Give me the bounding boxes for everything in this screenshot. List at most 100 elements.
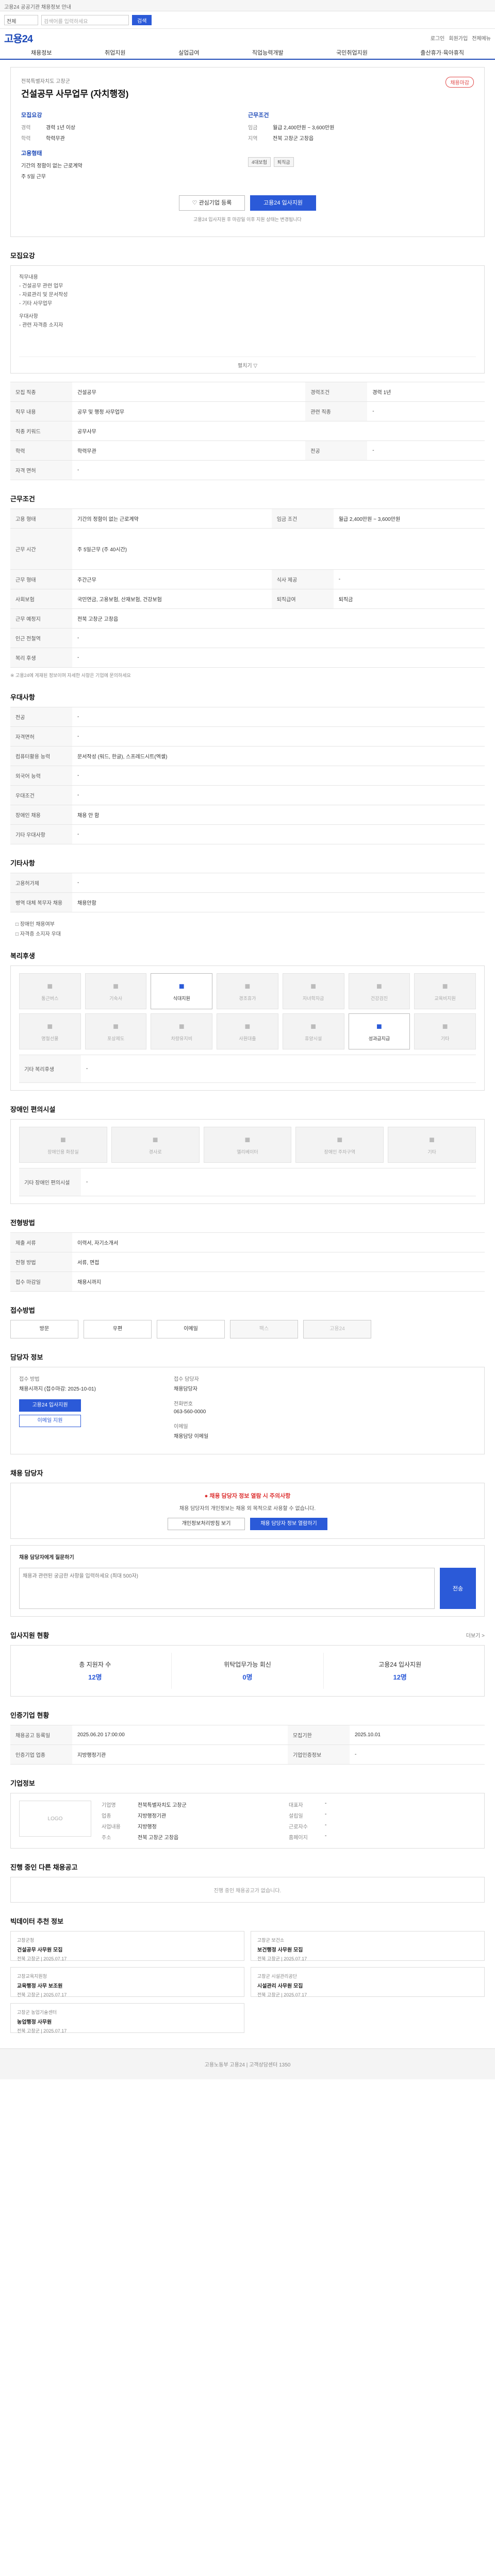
employment-title: 고용형태	[21, 150, 42, 157]
table-value: 서류, 면접	[72, 1252, 485, 1272]
company-key: 홈페이지	[289, 1835, 308, 1841]
section-title: 접수방법	[10, 1307, 35, 1314]
benefit-tile: ■ 기타	[414, 1013, 476, 1049]
benefit-tile: ■ 휴양시설	[282, 1013, 344, 1049]
condition-summary: 근무조건 임금 월급 2,400만원 ~ 3,600만원 지역 전북 고창군 고창읍…	[248, 111, 465, 183]
rec-meta: 전북 고창군 | 2025.07.17	[257, 1992, 307, 1997]
table-row: 모집 직종 건설공무 경력조건 경력 1년	[10, 382, 485, 402]
search-button[interactable]: 검색	[132, 14, 152, 25]
privacy-button[interactable]: 개인정보처리방침 보기	[168, 1518, 245, 1530]
table-key: 고용 형태	[10, 509, 72, 529]
recommend-card[interactable]: 고창군 보건소 보건행정 사무원 모집 전북 고창군 | 2025.07.17	[251, 1931, 485, 1961]
benefit-label: 식대지원	[173, 996, 190, 1001]
warning-text: 채용 담당자 정보 열람 시 주의사항	[209, 1493, 291, 1499]
table-value: 건설공무	[72, 382, 306, 402]
nav-item-training[interactable]: 직업능력개발	[252, 48, 284, 57]
section-preference: 우대사항 전공 - 자격면허 - 컴퓨터활용 능력 문서작성 (워드, 한글), 스프…	[10, 692, 485, 844]
recommend-card[interactable]: 고창군 시설관리공단시설관리 사무원 모집전북 고창군 | 2025.07.17	[251, 1967, 485, 1997]
benefit-label: 사원대출	[239, 1036, 256, 1041]
table-key: 퇴직급여	[271, 589, 334, 609]
company-key: 사업내용	[102, 1824, 121, 1830]
section-title: 장애인 편의시설	[10, 1106, 56, 1113]
util-menu: 로그인 회원가입 전체메뉴	[431, 34, 491, 42]
section-title: 근무조건	[10, 495, 35, 503]
nav-item-parental[interactable]: 출산휴가·육아휴직	[420, 48, 464, 57]
email-apply-button[interactable]: 이메일 지원	[19, 1415, 81, 1427]
stat-label: 고용24 입사지원	[378, 1661, 422, 1668]
benefit-tiles: ■ 통근버스 ■ 기숙사 ■ 식대지원 ■ 경조휴가 ■ 자녀학자금 ■ 건강검진 ■ 교육비지원 ■ 명절선…	[19, 973, 476, 1049]
table-value: -	[81, 1168, 476, 1196]
disability-etc-table: 기타 장애인 편의시설 -	[19, 1168, 476, 1196]
rec-title[interactable]: 농업행정 사무원	[17, 2018, 238, 2025]
contact-apply-button[interactable]: 고용24 입사지원	[19, 1399, 81, 1412]
table-value: -	[72, 460, 485, 480]
nav-item-national[interactable]: 국민취업지원	[336, 48, 368, 57]
top-notice-bar: 고용24 공공기관 채용정보 안내	[0, 0, 495, 11]
benefit-label: 휴양시설	[305, 1036, 322, 1041]
benefit-icon: ■	[310, 981, 317, 991]
util-login-link[interactable]: 로그인	[431, 34, 445, 42]
more-link[interactable]: 더보기 >	[466, 1631, 485, 1639]
apply-method-item[interactable]: 방문	[10, 1320, 78, 1338]
rec-title[interactable]: 시설관리 사무원 모집	[257, 1981, 478, 1989]
apply-method-item[interactable]: 이메일	[157, 1320, 225, 1338]
table-key: 전공	[305, 440, 368, 461]
company-name[interactable]: 전북특별자치도 고창군	[21, 77, 474, 84]
table-value: -	[72, 707, 485, 727]
table-key: 자격면허	[10, 726, 72, 747]
recommend-card[interactable]: 고창교육지원청 교육행정 사무 보조원 전북 고창군 | 2025.07.17	[10, 1967, 244, 1997]
section-work-conditions: 근무조건 고용 형태 기간의 정함이 없는 근로계약 임금 조건 월급 2,400만원…	[10, 494, 485, 679]
table-key: 기타 장애인 편의시설	[19, 1168, 81, 1196]
rec-title[interactable]: 교육행정 사무 보조원	[17, 1981, 238, 1989]
recommend-card[interactable]: 고창군청 건설공무 사무원 모집 전북 고창군 | 2025.07.17	[10, 1931, 244, 1961]
table-row: 접수 마감일 채용시까지	[10, 1272, 485, 1292]
desc-line: 직무내용	[19, 275, 38, 280]
rec-title[interactable]: 보건행정 사무원 모집	[257, 1945, 478, 1953]
table-row: 우대조건 -	[10, 785, 485, 805]
section-disability: 장애인 편의시설 ■ 장애인용 화장실 ■ 경사로 ■ 엘리베이터 ■ 장애인 주차구역 ■ 기타…	[10, 1104, 485, 1204]
apply-button[interactable]: 고용24 입사지원	[250, 195, 316, 211]
table-value: -	[72, 824, 485, 844]
disability-tile: ■ 엘리베이터	[203, 1127, 292, 1163]
section-other: 기타사항 고용허가제 - 병역 대체 복무자 채용 채용안함 □ 장애인 채용여부 …	[10, 858, 485, 937]
interest-button[interactable]: ♡ 관심기업 등록	[179, 195, 245, 211]
recommend-card[interactable]: 고창군 농업기술센터 농업행정 사무원 전북 고창군 | 2025.07.17	[10, 2003, 244, 2033]
table-value: 채용 안 함	[72, 805, 485, 825]
table-key: 근무 예정지	[10, 608, 72, 629]
section-info: 인증기업 현황 채용공고 등록일 2025.06.20 17:00:00 모집기한 2…	[10, 1710, 485, 1765]
qa-textarea[interactable]	[19, 1568, 435, 1609]
table-row: 기타 우대사항 -	[10, 824, 485, 844]
table-row: 전형 방법 서류, 면접	[10, 1252, 485, 1272]
work-hours-value: 주 5일근무 (주 40시간)	[72, 528, 485, 570]
util-allmenu-link[interactable]: 전체메뉴	[472, 34, 491, 42]
table-key: 근무 형태	[10, 569, 72, 589]
facility-icon: ■	[152, 1134, 158, 1145]
site-logo[interactable]: 고용24	[4, 30, 33, 45]
benefit-tile: ■ 교육비지원	[414, 973, 476, 1009]
rec-org: 고창군 시설관리공단	[257, 1974, 298, 1979]
benefit-tile: ■ 차량유지비	[151, 1013, 213, 1049]
other-bullets: □ 장애인 채용여부 □ 자격증 소지자 우대	[10, 920, 485, 937]
reveal-manager-button[interactable]: 채용 담당자 정보 열람하기	[250, 1518, 327, 1530]
table-row: 인증기업 업종 지방행정기관 기업인증정보 -	[10, 1744, 485, 1765]
qa-send-button[interactable]: 전송	[440, 1568, 476, 1609]
interest-label: 관심기업 등록	[199, 200, 232, 206]
apply-method-item[interactable]: 우편	[84, 1320, 152, 1338]
search-input[interactable]: 검색어를 입력하세요	[41, 14, 129, 25]
salary-value: 월급 2,400만원 ~ 3,600만원	[333, 509, 485, 529]
kv-key: 경력	[21, 125, 31, 131]
nav-item-benefit[interactable]: 실업급여	[178, 48, 199, 57]
nav-item-jobs[interactable]: 채용정보	[31, 48, 52, 57]
benefit-tile: ■ 사원대출	[217, 1013, 278, 1049]
table-key: 인근 전철역	[10, 628, 72, 648]
heart-icon: ♡	[192, 200, 199, 206]
nav-item-support[interactable]: 취업지원	[105, 48, 125, 57]
company-value: 지방행정	[138, 1824, 157, 1830]
stat-item: 위탁업무가능 회신 0명	[172, 1653, 324, 1689]
job-title: 건설공무 사무업무 (자치행정)	[21, 89, 129, 99]
table-value: -	[367, 401, 485, 421]
expand-toggle[interactable]: 펼치기 ▽	[19, 357, 476, 369]
util-signup-link[interactable]: 회원가입	[449, 34, 468, 42]
rec-title[interactable]: 건설공무 사무원 모집	[17, 1945, 238, 1953]
search-scope-select[interactable]: 전체	[4, 14, 38, 25]
